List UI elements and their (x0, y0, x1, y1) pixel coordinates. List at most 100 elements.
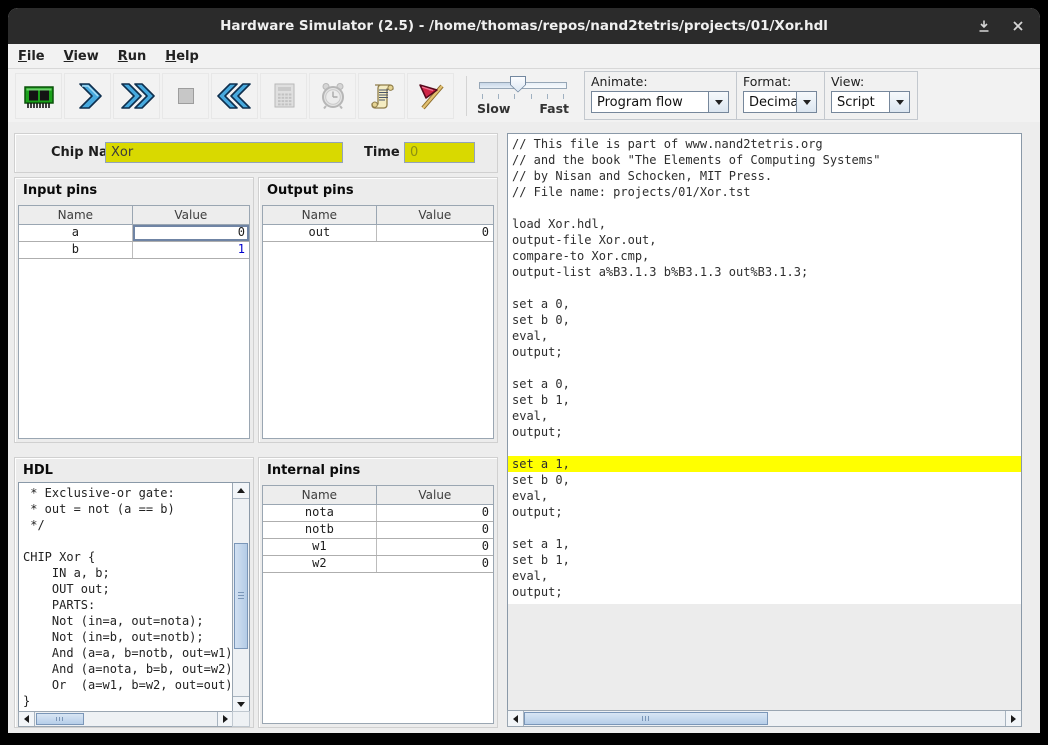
input-pins-title: Input pins (15, 178, 253, 200)
chevron-down-icon (715, 100, 723, 105)
table-row: w2 0 (263, 556, 493, 573)
app-window: Hardware Simulator (2.5) - /home/thomas/… (8, 8, 1040, 733)
internal-pins-table: Name Value nota 0 notb 0 w1 0 w2 0 (262, 485, 494, 724)
pin-value-cell[interactable]: 1 (133, 242, 249, 258)
stop-button (162, 73, 209, 119)
script-code[interactable]: // This file is part of www.nand2tetris.… (508, 134, 1021, 604)
pin-value-cell[interactable]: 0 (133, 225, 249, 241)
table-row: a 0 (19, 225, 249, 242)
pin-value-cell: 0 (377, 522, 493, 538)
internal-pins-title: Internal pins (259, 458, 497, 480)
script-horizontal-scrollbar[interactable] (507, 710, 1022, 727)
chevron-down-icon (896, 100, 904, 105)
single-step-icon (72, 80, 104, 112)
pin-value-cell: 0 (377, 556, 493, 572)
clock-button (309, 73, 356, 119)
time-field: 0 (404, 142, 475, 163)
chip-name-field[interactable]: Xor (105, 142, 343, 163)
reset-icon (217, 80, 253, 112)
calculator-icon (268, 80, 300, 112)
single-step-button[interactable] (64, 73, 111, 119)
menu-file[interactable]: File (18, 49, 45, 64)
vertical-scroll-thumb[interactable] (234, 543, 248, 649)
time-label: Time : (364, 145, 409, 160)
animate-group: Animate: Program flow (584, 71, 737, 120)
animate-label: Animate: (591, 74, 729, 89)
slider-fast-label: Fast (539, 101, 569, 116)
breakpoint-flag-icon (415, 80, 447, 112)
view-select-arrow[interactable] (889, 92, 909, 112)
menu-bar: File View Run Help (8, 44, 1040, 69)
animate-select-arrow[interactable] (708, 92, 728, 112)
format-select-arrow[interactable] (796, 92, 816, 112)
hdl-code: * Exclusive-or gate: * out = not (a == b… (19, 483, 233, 712)
menu-view[interactable]: View (64, 49, 99, 64)
reset-button[interactable] (211, 73, 258, 119)
scroll-right-button[interactable] (1005, 711, 1021, 726)
scroll-right-button[interactable] (217, 712, 233, 726)
scroll-up-button[interactable] (233, 483, 249, 499)
script-icon (366, 80, 398, 112)
scroll-left-button[interactable] (19, 712, 35, 726)
view-group: View: Script (824, 71, 918, 120)
table-row: b 1 (19, 242, 249, 259)
hdl-horizontal-scrollbar[interactable] (18, 711, 234, 727)
hdl-code-view[interactable]: * Exclusive-or gate: * out = not (a == b… (18, 482, 250, 713)
table-row: w1 0 (263, 539, 493, 556)
main-content: Chip Name : Xor Time : 0 Input pins Name… (8, 122, 1040, 733)
stop-icon (170, 80, 202, 112)
scrollbar-corner (232, 711, 250, 727)
table-row: out 0 (263, 225, 493, 242)
hdl-panel: HDL * Exclusive-or gate: * out = not (a … (14, 457, 254, 728)
clock-icon (317, 80, 349, 112)
speed-slider-group: Slow Fast (466, 76, 569, 116)
load-chip-button[interactable] (15, 73, 62, 119)
format-label: Format: (743, 74, 817, 89)
pin-value-cell: 0 (377, 505, 493, 521)
load-script-button[interactable] (358, 73, 405, 119)
script-view[interactable]: // This file is part of www.nand2tetris.… (507, 133, 1022, 712)
scroll-down-button[interactable] (233, 696, 249, 712)
triangle-up-icon (237, 488, 245, 493)
minimize-icon (977, 19, 991, 33)
hdl-vertical-scrollbar[interactable] (232, 483, 249, 712)
output-pins-table: Name Value out 0 (262, 205, 494, 439)
table-row: notb 0 (263, 522, 493, 539)
menu-run[interactable]: Run (118, 49, 147, 64)
horizontal-scroll-thumb[interactable] (36, 713, 84, 725)
scroll-left-button[interactable] (508, 711, 524, 726)
format-group: Format: Decimal (736, 71, 825, 120)
internal-pins-panel: Internal pins Name Value nota 0 notb 0 w… (258, 457, 498, 728)
animate-select[interactable]: Program flow (591, 91, 729, 113)
input-pins-table: Name Value a 0 b 1 (18, 205, 250, 439)
input-pins-panel: Input pins Name Value a 0 b 1 (14, 177, 254, 443)
format-select[interactable]: Decimal (743, 91, 817, 113)
triangle-left-icon (513, 715, 518, 723)
run-button[interactable] (113, 73, 160, 119)
view-select[interactable]: Script (831, 91, 910, 113)
breakpoint-button[interactable] (407, 73, 454, 119)
table-header: Name Value (19, 206, 249, 225)
toolbar-dropdowns: Animate: Program flow Format: Decimal Vi… (585, 71, 918, 120)
hdl-title: HDL (15, 458, 253, 480)
table-header: Name Value (263, 486, 493, 505)
pin-value-cell: 0 (377, 539, 493, 555)
table-row: nota 0 (263, 505, 493, 522)
horizontal-scroll-track[interactable] (524, 711, 1005, 726)
chip-icon (22, 80, 56, 112)
menu-help[interactable]: Help (165, 49, 198, 64)
toolbar: Slow Fast Animate: Program flow Format: … (8, 69, 1040, 123)
output-pins-title: Output pins (259, 178, 497, 200)
horizontal-scroll-thumb[interactable] (524, 712, 768, 725)
minimize-button[interactable] (976, 18, 992, 34)
pin-value-cell: 0 (377, 225, 493, 241)
window-title: Hardware Simulator (2.5) - /home/thomas/… (220, 18, 828, 34)
output-pins-panel: Output pins Name Value out 0 (258, 177, 498, 443)
calculator-button (260, 73, 307, 119)
chevron-down-icon (803, 100, 811, 105)
speed-slider-thumb[interactable] (510, 76, 526, 93)
horizontal-scroll-track[interactable] (35, 712, 217, 726)
run-icon (119, 80, 155, 112)
view-label: View: (831, 74, 910, 89)
close-button[interactable] (1010, 18, 1026, 34)
